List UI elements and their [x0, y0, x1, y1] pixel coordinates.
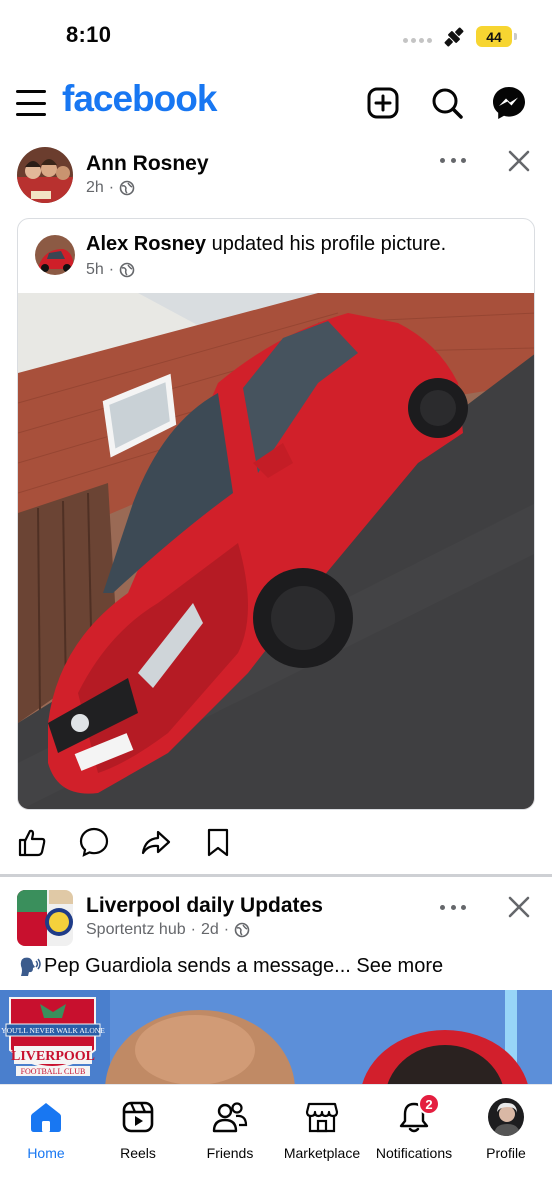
nav-reels[interactable]: Reels — [88, 1099, 188, 1161]
shared-meta: 5h · — [86, 261, 135, 279]
post-meta: Sportentz hub · 2d · — [86, 921, 250, 939]
post-image[interactable]: YOU'LL NEVER WALK ALONE LIVERPOOL FOOTBA… — [0, 990, 552, 1084]
post-text[interactable]: Pep Guardiola sends a message... See mor… — [18, 955, 443, 978]
post-author[interactable]: Liverpool daily Updates — [86, 894, 323, 918]
meta-separator: · — [190, 921, 196, 938]
bottom-navigation: Home Reels Friends Marketplace 2 Notific… — [0, 1084, 552, 1194]
nav-friends[interactable]: Friends — [180, 1099, 280, 1161]
shared-action: updated his profile picture. — [206, 233, 447, 255]
meta-separator: · — [223, 921, 230, 938]
post-author[interactable]: Ann Rosney — [86, 152, 209, 176]
nav-home[interactable]: Home — [0, 1099, 96, 1161]
satellite-icon — [444, 27, 464, 47]
battery-level: 44 — [486, 28, 502, 45]
shared-time: 5h — [86, 261, 104, 278]
search-icon — [432, 88, 463, 119]
post-time: 2h — [86, 179, 104, 196]
nav-label: Profile — [486, 1145, 526, 1161]
globe-icon — [234, 922, 250, 938]
avatar[interactable] — [17, 147, 73, 203]
car-photo[interactable] — [18, 293, 535, 810]
crest-club: LIVERPOOL — [11, 1049, 95, 1064]
nav-label: Notifications — [375, 1145, 453, 1161]
profile-avatar — [488, 1098, 524, 1136]
status-bar: 8:10 44 — [0, 0, 552, 70]
facebook-logo[interactable]: facebook — [62, 78, 217, 120]
post-time: 2d — [200, 921, 219, 938]
post-meta: 2h · — [86, 179, 135, 197]
crest-motto: YOU'LL NEVER WALK ALONE — [1, 1026, 105, 1035]
nav-marketplace[interactable]: Marketplace — [272, 1099, 372, 1161]
create-button[interactable] — [364, 84, 402, 122]
shared-avatar[interactable] — [35, 235, 75, 275]
share-icon[interactable] — [140, 826, 172, 858]
reels-icon — [122, 1101, 154, 1133]
post-actions — [16, 826, 234, 858]
app-header: facebook — [0, 72, 552, 136]
nav-notifications[interactable]: 2 Notifications — [364, 1093, 464, 1161]
nav-label: Reels — [120, 1145, 156, 1161]
signal-dots-icon — [403, 38, 432, 43]
nav-profile[interactable]: Profile — [456, 1098, 552, 1161]
shared-post-card[interactable]: Alex Rosney updated his profile picture.… — [17, 218, 535, 810]
close-icon[interactable] — [506, 148, 532, 174]
notification-badge: 2 — [418, 1093, 440, 1115]
speaking-head-icon — [20, 957, 41, 976]
comment-icon[interactable] — [78, 826, 110, 858]
shared-post-title: Alex Rosney updated his profile picture. — [86, 233, 446, 256]
nav-label: Marketplace — [283, 1145, 361, 1161]
search-button[interactable] — [428, 84, 466, 122]
more-options-icon[interactable] — [438, 150, 468, 170]
save-icon[interactable] — [202, 826, 234, 858]
crest-subtitle: FOOTBALL CLUB — [21, 1067, 86, 1076]
battery-icon: 44 — [476, 26, 517, 47]
menu-icon[interactable] — [16, 88, 46, 118]
marketplace-icon — [305, 1102, 339, 1133]
create-icon — [367, 87, 399, 119]
status-time: 8:10 — [66, 22, 112, 47]
messenger-icon — [493, 87, 525, 119]
meta-separator: · — [108, 261, 115, 278]
friends-icon — [212, 1102, 248, 1133]
sub-author[interactable]: Sportentz hub — [86, 921, 186, 939]
post-message: Pep Guardiola sends a message... See mor… — [44, 955, 444, 977]
home-icon — [31, 1103, 61, 1132]
meta-separator: · — [108, 179, 115, 196]
globe-icon — [119, 262, 135, 278]
shared-author[interactable]: Alex Rosney — [86, 233, 206, 255]
globe-icon — [119, 180, 135, 196]
messenger-button[interactable] — [490, 84, 528, 122]
page-avatar[interactable] — [17, 890, 73, 946]
more-options-icon[interactable] — [438, 897, 468, 917]
close-icon[interactable] — [506, 894, 532, 920]
like-icon[interactable] — [16, 826, 48, 858]
nav-label: Home — [27, 1145, 65, 1161]
nav-label: Friends — [206, 1145, 254, 1161]
